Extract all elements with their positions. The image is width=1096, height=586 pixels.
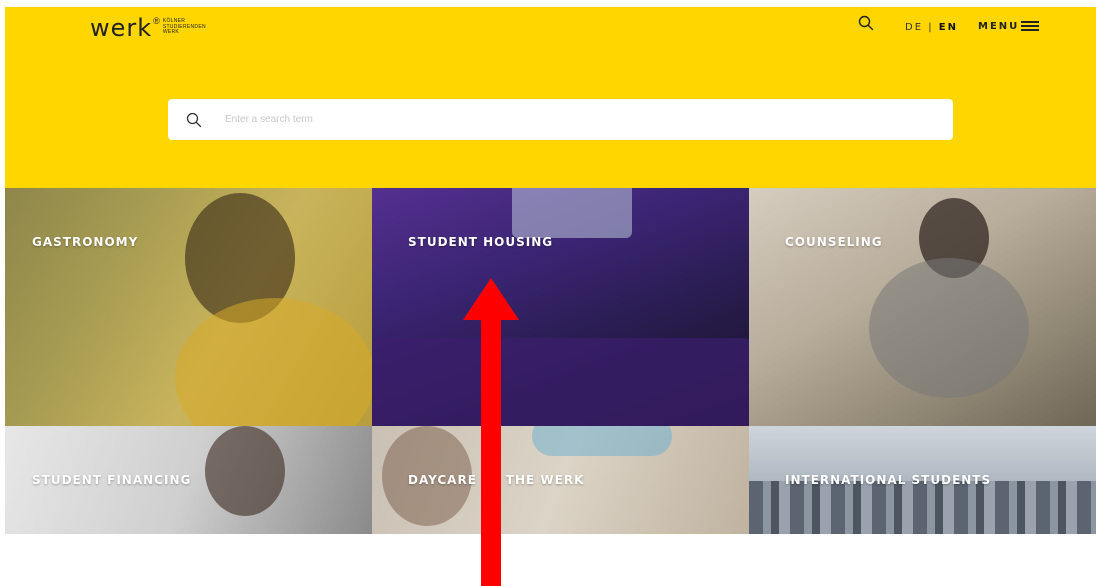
tile-international-students[interactable]: INTERNATIONAL STUDENTS bbox=[749, 426, 1096, 534]
annotation-arrow-icon bbox=[463, 278, 519, 586]
tile-label-student-housing: STUDENT HOUSING bbox=[408, 235, 554, 249]
tile-label-gastronomy: GASTRONOMY bbox=[32, 235, 139, 249]
logo[interactable]: werk ® KÖLNER STUDIERENDEN WERK bbox=[90, 16, 206, 40]
browser-viewport: werk ® KÖLNER STUDIERENDEN WERK DE | EN … bbox=[5, 7, 1096, 534]
skyline-photo-decoration bbox=[749, 481, 1096, 534]
shirt-photo-decoration bbox=[869, 258, 1029, 398]
search-icon bbox=[186, 112, 202, 127]
search-input[interactable] bbox=[223, 113, 827, 126]
logo-wordmark: werk bbox=[90, 14, 153, 42]
hamburger-icon bbox=[1021, 20, 1040, 32]
logo-subtitle: KÖLNER STUDIERENDEN WERK bbox=[162, 18, 206, 36]
header-hero: werk ® KÖLNER STUDIERENDEN WERK DE | EN … bbox=[5, 7, 1096, 188]
tile-daycare[interactable]: DAYCARE AT THE WERK bbox=[372, 426, 749, 534]
tile-label-counseling: COUNSELING bbox=[785, 235, 883, 249]
tile-student-financing[interactable]: STUDENT FINANCING bbox=[5, 426, 372, 534]
tile-student-housing[interactable]: STUDENT HOUSING bbox=[372, 188, 749, 426]
lang-en-link[interactable]: EN bbox=[939, 22, 958, 33]
logo-subtitle-line: WERK bbox=[162, 29, 180, 35]
tile-label-international-students: INTERNATIONAL STUDENTS bbox=[785, 473, 992, 487]
person-photo-decoration bbox=[205, 426, 285, 516]
lang-separator: | bbox=[928, 22, 934, 33]
menu-button[interactable]: MENU bbox=[978, 20, 1040, 32]
search-icon[interactable] bbox=[858, 15, 874, 31]
sofa-photo-decoration bbox=[372, 338, 749, 426]
search-bar bbox=[168, 99, 953, 140]
lang-de-link[interactable]: DE bbox=[905, 22, 923, 33]
menu-label: MENU bbox=[978, 20, 1020, 32]
logo-registered-mark: ® bbox=[153, 16, 160, 26]
toys-photo-decoration bbox=[532, 426, 672, 456]
language-switcher: DE | EN bbox=[905, 22, 958, 33]
sweater-photo-decoration bbox=[175, 298, 372, 426]
tile-counseling[interactable]: COUNSELING bbox=[749, 188, 1096, 426]
tile-gastronomy[interactable]: GASTRONOMY bbox=[5, 188, 372, 426]
tv-photo-decoration bbox=[512, 188, 632, 238]
tile-label-student-financing: STUDENT FINANCING bbox=[32, 473, 192, 487]
